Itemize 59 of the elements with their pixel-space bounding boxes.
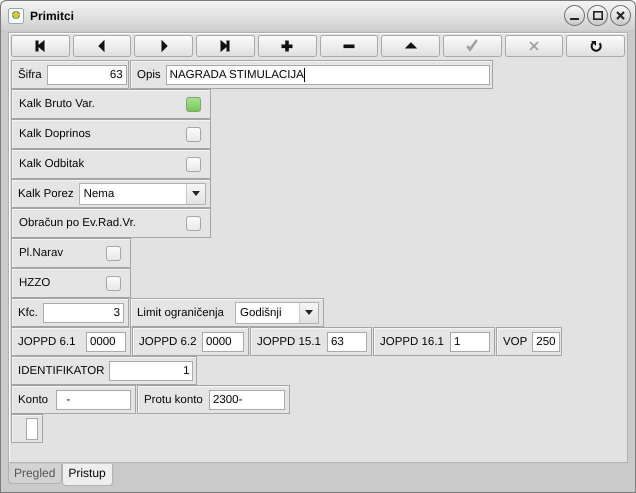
field-label: Kalk Porez: [18, 188, 74, 200]
input-field[interactable]: 3: [43, 302, 124, 322]
input-field[interactable]: [26, 418, 38, 440]
caret-icon: [192, 191, 200, 196]
input-field[interactable]: -: [56, 390, 131, 410]
field-label: JOPPD 6.2: [139, 336, 197, 348]
field-label: Šifra: [18, 68, 42, 80]
field-label: Kalk Doprinos: [19, 128, 91, 140]
window-title: Primitci: [30, 8, 76, 22]
remove-button[interactable]: [320, 35, 378, 57]
checkbox[interactable]: [186, 216, 201, 230]
maximize-icon: [592, 11, 602, 20]
checkbox[interactable]: [186, 96, 201, 112]
app-icon: [8, 8, 24, 24]
first-record-button[interactable]: [11, 35, 70, 57]
tab[interactable]: Pregled: [8, 464, 62, 484]
input-field[interactable]: 250: [532, 332, 560, 352]
input-field[interactable]: 63: [327, 332, 367, 352]
dropdown[interactable]: Nema: [78, 182, 206, 204]
field-label: Pl.Narav: [19, 247, 64, 259]
close-button[interactable]: [610, 5, 631, 26]
dropdown[interactable]: Godišnji: [235, 302, 319, 324]
input-field[interactable]: 63: [46, 64, 127, 84]
maximize-button[interactable]: [587, 5, 608, 26]
field-label: VOP: [503, 336, 528, 348]
field-label: JOPPD 16.1: [380, 336, 444, 348]
up-button[interactable]: [381, 35, 440, 57]
checkbox[interactable]: [106, 246, 121, 260]
input-field[interactable]: 1: [450, 332, 490, 352]
field-label: Kalk Bruto Var.: [19, 98, 95, 110]
input-field[interactable]: NAGRADA STIMULACIJA: [166, 64, 490, 84]
input-field[interactable]: 0000: [86, 332, 126, 352]
checkbox[interactable]: [106, 276, 121, 290]
close-icon: [616, 11, 625, 20]
input-field[interactable]: 0000: [202, 332, 244, 352]
field-label: Limit ograničenja: [137, 306, 224, 318]
input-field[interactable]: 2300-: [209, 390, 285, 410]
field-label: HZZO: [19, 277, 50, 289]
input-field[interactable]: 1: [109, 360, 194, 380]
field-label: Opis: [137, 68, 161, 80]
field-label: JOPPD 15.1: [257, 336, 321, 348]
field-label: Kfc.: [18, 306, 38, 318]
last-record-button[interactable]: [196, 35, 255, 57]
field-label: Protu konto: [144, 394, 203, 406]
add-button[interactable]: [258, 35, 317, 57]
tab[interactable]: Pristup: [62, 464, 113, 486]
field-label: JOPPD 6.1: [18, 336, 76, 348]
field-label: IDENTIFIKATOR: [18, 364, 104, 376]
previous-button[interactable]: [72, 35, 132, 57]
minimize-icon: [570, 18, 579, 20]
minimize-button[interactable]: [564, 5, 585, 26]
checkbox[interactable]: [186, 126, 201, 142]
field-label: Obračun po Ev.Rad.Vr.: [19, 217, 136, 229]
next-button[interactable]: [134, 35, 194, 57]
refresh-button[interactable]: [566, 35, 626, 57]
checkbox[interactable]: [186, 156, 201, 172]
field-label: Kalk Odbitak: [19, 158, 84, 170]
caret-icon: [305, 310, 313, 315]
field-label: Konto: [18, 394, 48, 406]
